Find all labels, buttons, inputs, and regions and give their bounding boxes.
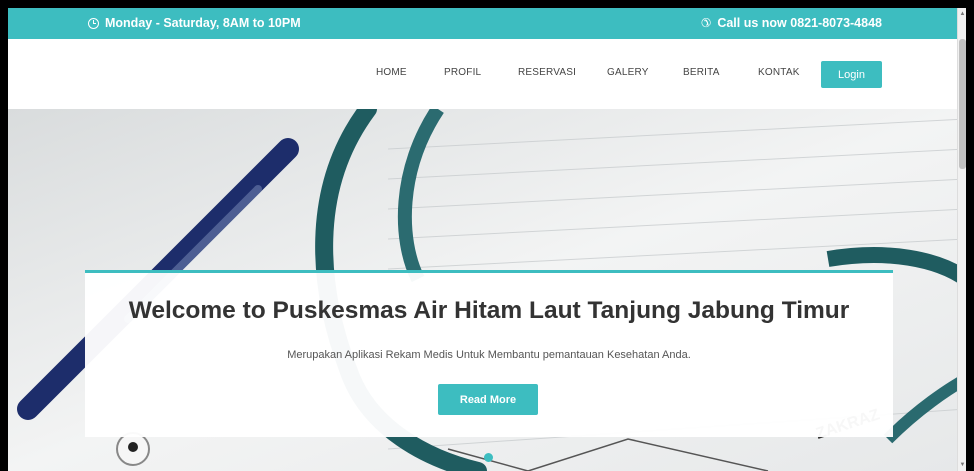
vertical-scrollbar[interactable]: ▲ ▼ [957, 8, 966, 471]
main-navbar: HOME PROFIL RESERVASI GALERY BERITA KONT… [8, 39, 966, 109]
opening-hours-text: Monday - Saturday, 8AM to 10PM [105, 16, 301, 30]
scroll-thumb[interactable] [959, 39, 966, 169]
login-button[interactable]: Login [821, 61, 882, 88]
nav-item-berita[interactable]: BERITA [683, 67, 720, 78]
nav-item-home[interactable]: HOME [376, 67, 407, 78]
read-more-button[interactable]: Read More [438, 384, 538, 415]
hero-slider: ZAKRAZ Welcome to Puskesmas Air Hitam La… [8, 109, 966, 471]
phone-contact[interactable]: ✆ Call us now 0821-8073-4848 [701, 16, 882, 30]
scroll-down-arrow-icon[interactable]: ▼ [959, 461, 966, 469]
opening-hours: Monday - Saturday, 8AM to 10PM [88, 16, 301, 30]
phone-text[interactable]: Call us now 0821-8073-4848 [717, 16, 882, 30]
slider-indicator-dot[interactable] [484, 453, 493, 462]
browser-viewport: Monday - Saturday, 8AM to 10PM ✆ Call us… [8, 8, 966, 471]
nav-item-galery[interactable]: GALERY [607, 67, 649, 78]
phone-icon: ✆ [701, 16, 712, 30]
hero-title: Welcome to Puskesmas Air Hitam Laut Tanj… [128, 297, 850, 324]
nav-item-profil[interactable]: PROFIL [444, 67, 481, 78]
hero-subtitle: Merupakan Aplikasi Rekam Medis Untuk Mem… [287, 349, 691, 361]
welcome-card: Welcome to Puskesmas Air Hitam Laut Tanj… [85, 270, 893, 437]
scroll-up-arrow-icon[interactable]: ▲ [959, 10, 966, 18]
nav-item-reservasi[interactable]: RESERVASI [518, 67, 576, 78]
top-info-bar: Monday - Saturday, 8AM to 10PM ✆ Call us… [8, 8, 966, 39]
nav-item-kontak[interactable]: KONTAK [758, 67, 800, 78]
clock-icon [88, 17, 99, 29]
